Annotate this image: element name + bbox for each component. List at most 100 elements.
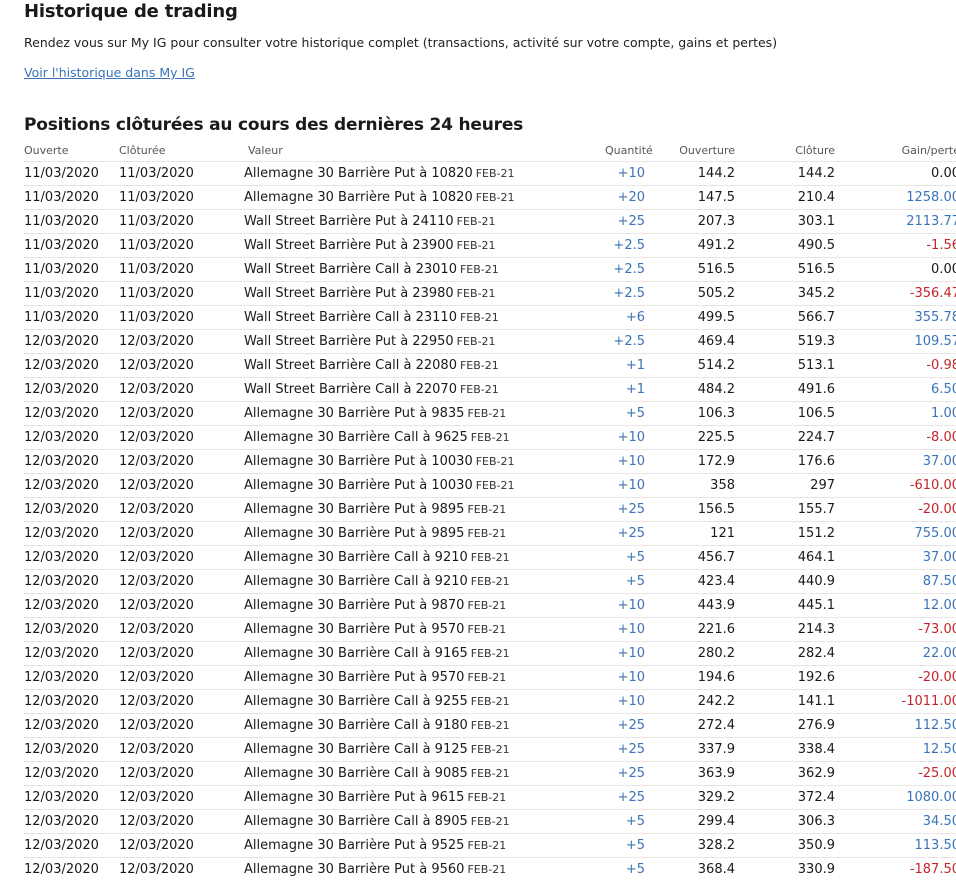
cell-market: Allemagne 30 Barrière Call à 8905FEB-21 (244, 810, 605, 834)
cell-closed: 12/03/2020 (119, 690, 244, 714)
cell-quantity: +2.5 (605, 258, 645, 282)
table-row: 12/03/202012/03/2020Wall Street Barrière… (24, 354, 956, 378)
cell-open-level: 207.3 (645, 210, 735, 234)
cell-quantity: +6 (605, 306, 645, 330)
expiry-label: FEB-21 (471, 719, 510, 732)
cell-pnl: 12.00 (835, 594, 956, 618)
cell-quantity: +10 (605, 594, 645, 618)
cell-quantity: +5 (605, 858, 645, 881)
cell-open-level: 172.9 (645, 450, 735, 474)
cell-closed: 12/03/2020 (119, 858, 244, 881)
cell-market: Allemagne 30 Barrière Put à 9895FEB-21 (244, 522, 605, 546)
cell-market: Allemagne 30 Barrière Put à 9835FEB-21 (244, 402, 605, 426)
cell-closed: 12/03/2020 (119, 642, 244, 666)
market-name: Allemagne 30 Barrière Call à 9125 (244, 742, 468, 757)
cell-pnl: 755.00 (835, 522, 956, 546)
cell-market: Allemagne 30 Barrière Put à 9570FEB-21 (244, 666, 605, 690)
cell-open-level: 242.2 (645, 690, 735, 714)
cell-open-level: 505.2 (645, 282, 735, 306)
cell-quantity: +25 (605, 714, 645, 738)
market-name: Allemagne 30 Barrière Put à 9895 (244, 502, 464, 517)
cell-pnl: -8.00 (835, 426, 956, 450)
cell-market: Allemagne 30 Barrière Put à 10820FEB-21 (244, 162, 605, 186)
table-row: 12/03/202012/03/2020Allemagne 30 Barrièr… (24, 594, 956, 618)
cell-close-level: 513.1 (735, 354, 835, 378)
cell-pnl: -20.00 (835, 498, 956, 522)
cell-opened: 12/03/2020 (24, 714, 119, 738)
cell-opened: 12/03/2020 (24, 594, 119, 618)
cell-opened: 12/03/2020 (24, 618, 119, 642)
cell-close-level: 350.9 (735, 834, 835, 858)
cell-quantity: +10 (605, 642, 645, 666)
expiry-label: FEB-21 (460, 263, 499, 276)
table-row: 12/03/202012/03/2020Allemagne 30 Barrièr… (24, 762, 956, 786)
cell-close-level: 214.3 (735, 618, 835, 642)
section-title: Positions clôturées au cours des dernièr… (24, 113, 523, 137)
cell-opened: 12/03/2020 (24, 690, 119, 714)
table-row: 12/03/202012/03/2020Allemagne 30 Barrièr… (24, 402, 956, 426)
table-row: 12/03/202012/03/2020Allemagne 30 Barrièr… (24, 690, 956, 714)
cell-market: Allemagne 30 Barrière Call à 9255FEB-21 (244, 690, 605, 714)
cell-open-level: 194.6 (645, 666, 735, 690)
table-row: 12/03/202012/03/2020Allemagne 30 Barrièr… (24, 834, 956, 858)
cell-open-level: 156.5 (645, 498, 735, 522)
table-row: 12/03/202012/03/2020Allemagne 30 Barrièr… (24, 522, 956, 546)
cell-closed: 12/03/2020 (119, 594, 244, 618)
cell-opened: 12/03/2020 (24, 378, 119, 402)
cell-open-level: 221.6 (645, 618, 735, 642)
expiry-label: FEB-21 (457, 239, 496, 252)
cell-open-level: 516.5 (645, 258, 735, 282)
expiry-label: FEB-21 (467, 839, 506, 852)
cell-closed: 12/03/2020 (119, 570, 244, 594)
cell-pnl: 355.78 (835, 306, 956, 330)
cell-closed: 12/03/2020 (119, 666, 244, 690)
cell-opened: 12/03/2020 (24, 402, 119, 426)
table-row: 12/03/202012/03/2020Allemagne 30 Barrièr… (24, 786, 956, 810)
cell-closed: 12/03/2020 (119, 762, 244, 786)
cell-pnl: 2113.77 (835, 210, 956, 234)
cell-market: Allemagne 30 Barrière Call à 9085FEB-21 (244, 762, 605, 786)
expiry-label: FEB-21 (467, 407, 506, 420)
market-name: Wall Street Barrière Call à 23110 (244, 310, 457, 325)
cell-market: Wall Street Barrière Call à 23110FEB-21 (244, 306, 605, 330)
cell-pnl: -1.56 (835, 234, 956, 258)
cell-market: Wall Street Barrière Put à 23980FEB-21 (244, 282, 605, 306)
table-row: 12/03/202012/03/2020Allemagne 30 Barrièr… (24, 450, 956, 474)
closed-positions-table: Ouverte Clôturée Valeur Quantité Ouvertu… (24, 140, 956, 881)
table-row: 12/03/202012/03/2020Allemagne 30 Barrièr… (24, 474, 956, 498)
table-row: 11/03/202011/03/2020Wall Street Barrière… (24, 282, 956, 306)
cell-close-level: 372.4 (735, 786, 835, 810)
cell-close-level: 440.9 (735, 570, 835, 594)
column-header-market: Valeur (244, 140, 605, 162)
cell-quantity: +5 (605, 570, 645, 594)
cell-open-level: 491.2 (645, 234, 735, 258)
market-name: Allemagne 30 Barrière Put à 9570 (244, 670, 464, 685)
table-row: 11/03/202011/03/2020Wall Street Barrière… (24, 306, 956, 330)
cell-quantity: +5 (605, 546, 645, 570)
cell-open-level: 225.5 (645, 426, 735, 450)
expiry-label: FEB-21 (457, 335, 496, 348)
view-history-link[interactable]: Voir l'historique dans My IG (24, 64, 195, 82)
cell-close-level: 303.1 (735, 210, 835, 234)
cell-quantity: +25 (605, 738, 645, 762)
cell-pnl: -610.00 (835, 474, 956, 498)
cell-pnl: 0.00 (835, 162, 956, 186)
table-row: 12/03/202012/03/2020Allemagne 30 Barrièr… (24, 858, 956, 881)
column-header-opened: Ouverte (24, 140, 119, 162)
market-name: Allemagne 30 Barrière Call à 9210 (244, 550, 468, 565)
cell-closed: 11/03/2020 (119, 186, 244, 210)
table-row: 12/03/202012/03/2020Allemagne 30 Barrièr… (24, 426, 956, 450)
cell-close-level: 338.4 (735, 738, 835, 762)
cell-open-level: 147.5 (645, 186, 735, 210)
cell-opened: 12/03/2020 (24, 834, 119, 858)
cell-closed: 11/03/2020 (119, 282, 244, 306)
cell-opened: 12/03/2020 (24, 546, 119, 570)
market-name: Allemagne 30 Barrière Call à 9165 (244, 646, 468, 661)
cell-close-level: 491.6 (735, 378, 835, 402)
table-row: 12/03/202012/03/2020Allemagne 30 Barrièr… (24, 666, 956, 690)
cell-market: Wall Street Barrière Call à 23010FEB-21 (244, 258, 605, 282)
table-row: 11/03/202011/03/2020Wall Street Barrière… (24, 210, 956, 234)
cell-open-level: 363.9 (645, 762, 735, 786)
column-header-open-level: Ouverture (645, 140, 735, 162)
cell-opened: 11/03/2020 (24, 234, 119, 258)
